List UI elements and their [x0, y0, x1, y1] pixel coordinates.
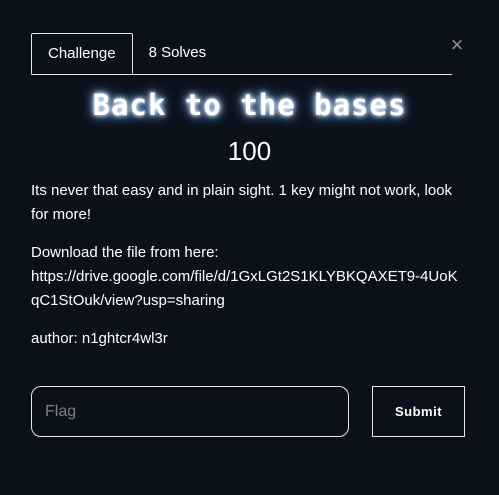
- tab-solves[interactable]: 8 Solves: [133, 33, 223, 73]
- challenge-modal: × Challenge 8 Solves Back to the bases 1…: [0, 0, 499, 495]
- download-label: Download the file from here:: [31, 244, 219, 261]
- challenge-name: Back to the bases: [92, 88, 407, 122]
- challenge-description: Its never that easy and in plain sight. …: [31, 179, 461, 365]
- download-link[interactable]: https://drive.google.com/file/d/1GxLGt2S…: [31, 268, 458, 309]
- download-paragraph: Download the file from here: https://dri…: [31, 241, 461, 313]
- description-text: Its never that easy and in plain sight. …: [31, 182, 453, 223]
- challenge-value: 100: [227, 136, 272, 166]
- submit-button[interactable]: Submit: [372, 386, 465, 437]
- author-text: author: n1ghtcr4wl3r: [31, 330, 168, 347]
- flag-input[interactable]: [31, 386, 349, 437]
- tab-challenge[interactable]: Challenge: [31, 33, 133, 74]
- challenge-tabs: Challenge 8 Solves: [31, 33, 452, 75]
